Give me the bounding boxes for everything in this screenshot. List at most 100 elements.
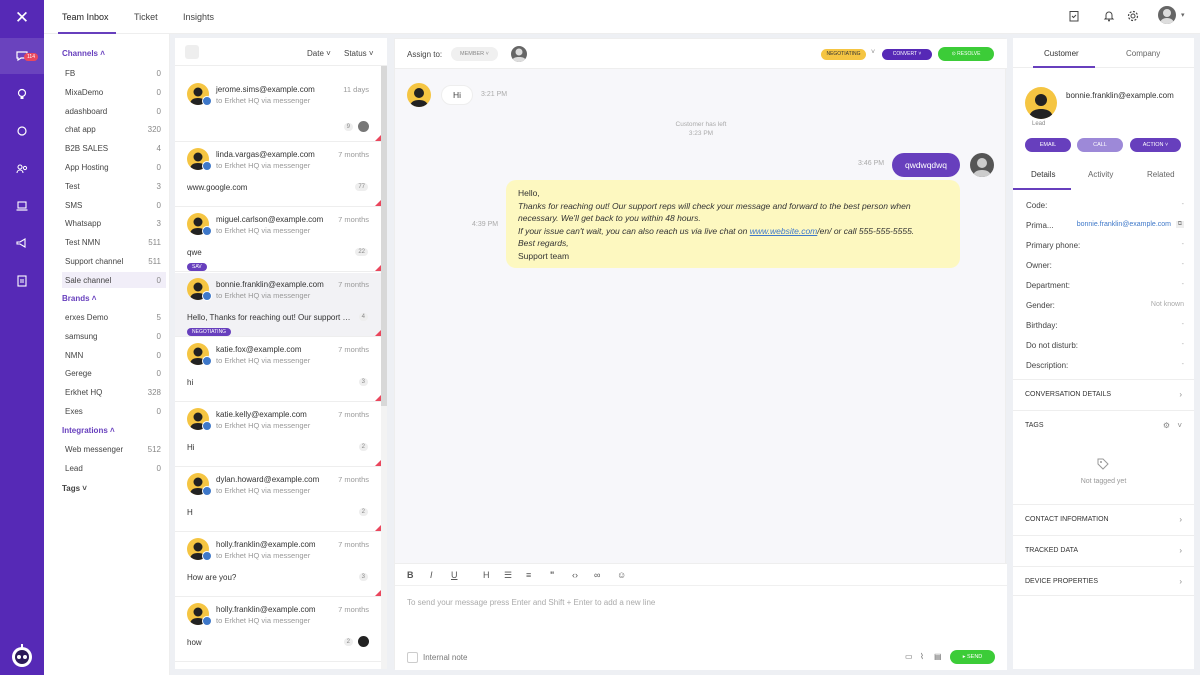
nav-ideas[interactable]: [0, 76, 44, 112]
robot-assistant-icon[interactable]: [10, 644, 34, 668]
channel-item[interactable]: MixaDemo 0: [65, 88, 161, 97]
subtab-activity[interactable]: Activity: [1088, 170, 1113, 179]
resolve-button[interactable]: ⊙ RESOLVE: [938, 47, 994, 61]
nav-forms[interactable]: [0, 263, 44, 299]
convert-button[interactable]: CONVERT ˅: [882, 49, 932, 60]
channel-item[interactable]: Sale channel 0: [65, 276, 161, 285]
link-icon[interactable]: ∞: [594, 570, 600, 580]
copy-icon[interactable]: ⧉: [1175, 221, 1184, 228]
brand-item[interactable]: NMN 0: [65, 351, 161, 360]
conversation-details-section[interactable]: CONVERSATION DETAILS ›: [1013, 379, 1194, 409]
tab-team-inbox[interactable]: Team Inbox: [62, 12, 109, 22]
emoji-icon[interactable]: ☺: [617, 570, 626, 580]
customer-message: Hi: [441, 85, 473, 105]
list-scrollbar-thumb[interactable]: [381, 66, 387, 406]
channel-item[interactable]: chat app 320: [65, 125, 161, 134]
bell-icon[interactable]: [1103, 10, 1115, 22]
nav-campaigns[interactable]: [0, 225, 44, 261]
video-icon[interactable]: ▭: [905, 652, 913, 661]
conversation-item[interactable]: jerome.sims@example.com 11 days to Erkhet …: [175, 78, 381, 142]
conversation-item[interactable]: katie.kelly@example.com 7 months to Erkhet…: [175, 403, 381, 467]
message-input[interactable]: To send your message press Enter and Shi…: [407, 598, 655, 607]
heading-icon[interactable]: H: [483, 570, 490, 580]
channel-item[interactable]: B2B SALES 4: [65, 144, 161, 153]
assignee-avatar[interactable]: [511, 46, 527, 62]
field-value[interactable]: bonnie.franklin@example.com: [1077, 221, 1171, 228]
integration-item[interactable]: Web messenger 512: [65, 445, 161, 454]
brands-heading[interactable]: Brands ˄: [62, 294, 96, 303]
conversation-item[interactable]: holly.franklin@example.com 7 months to Erk…: [175, 598, 381, 662]
conversation-item[interactable]: dylan.howard@example.com 7 months to Erkhe…: [175, 468, 381, 532]
tracked-data-section[interactable]: TRACKED DATA ›: [1013, 535, 1194, 565]
tag-dropdown-chevron-icon[interactable]: ˅: [871, 49, 875, 56]
brand-item[interactable]: Exes 0: [65, 407, 161, 416]
conversation-item[interactable]: linda.vargas@example.com 7 months to Erkhe…: [175, 143, 381, 207]
action-button[interactable]: ACTION ˅: [1130, 138, 1181, 152]
quote-icon[interactable]: ": [550, 570, 554, 580]
internal-note-label[interactable]: Internal note: [423, 653, 467, 662]
device-properties-section[interactable]: DEVICE PROPERTIES ›: [1013, 566, 1194, 596]
member-select[interactable]: MEMBER ˅: [451, 47, 498, 61]
channel-item[interactable]: App Hosting 0: [65, 163, 161, 172]
status-tag-negotiating[interactable]: NEGOTIATING: [821, 49, 866, 60]
italic-icon[interactable]: I: [430, 570, 433, 580]
brand-item[interactable]: samsung 0: [65, 332, 161, 341]
chevron-down-icon[interactable]: ▾: [1181, 11, 1185, 19]
conversation-item[interactable]: miguel.carlson@example.com 7 months to Erk…: [175, 208, 381, 272]
bold-icon[interactable]: B: [407, 570, 414, 580]
subtab-related[interactable]: Related: [1147, 170, 1175, 179]
nav-engage[interactable]: [0, 113, 44, 149]
channel-item-count: 0: [156, 106, 161, 116]
date-filter[interactable]: Date ˅: [307, 49, 331, 58]
customer-state-label: Lead: [1032, 121, 1046, 127]
tab-insights[interactable]: Insights: [183, 12, 214, 22]
contact-information-section[interactable]: CONTACT INFORMATION ›: [1013, 504, 1194, 534]
conversation-source: to Erkhet HQ via messenger: [216, 226, 311, 235]
sort-lines-icon[interactable]: [185, 45, 199, 59]
chevron-down-icon[interactable]: ˅: [1177, 421, 1182, 430]
bullet-list-icon[interactable]: ☰: [504, 570, 512, 581]
conversation-item[interactable]: katie.fox@example.com 7 months to Erkhet H…: [175, 338, 381, 402]
channel-item[interactable]: Support channel 511: [65, 257, 161, 266]
clipboard-check-icon[interactable]: [1068, 10, 1080, 22]
document-icon[interactable]: ▤: [934, 652, 942, 661]
underline-icon[interactable]: U: [451, 570, 458, 580]
nav-contacts[interactable]: [0, 151, 44, 187]
website-link[interactable]: www.website.com: [750, 226, 818, 236]
nav-knowledgebase[interactable]: [0, 188, 44, 224]
numbered-list-icon[interactable]: ≡: [526, 570, 531, 580]
channels-heading[interactable]: Channels ˄: [62, 49, 105, 58]
conversation-item[interactable]: holly.franklin@example.com 7 months to Erk…: [175, 533, 381, 597]
user-avatar[interactable]: [1158, 6, 1176, 24]
tags-heading[interactable]: Tags ˅: [62, 484, 87, 493]
internal-note-checkbox[interactable]: [407, 652, 418, 663]
channel-item[interactable]: Test NMN 511: [65, 238, 161, 247]
brand-item[interactable]: erxes Demo 5: [65, 313, 161, 322]
channel-item[interactable]: SMS 0: [65, 201, 161, 210]
integration-item[interactable]: Lead 0: [65, 464, 161, 473]
code-icon[interactable]: ‹›: [572, 570, 578, 580]
channel-item[interactable]: FB 0: [65, 69, 161, 78]
nav-inbox[interactable]: 114: [0, 38, 44, 74]
tab-ticket[interactable]: Ticket: [134, 12, 158, 22]
tab-company[interactable]: Company: [1126, 49, 1160, 58]
status-filter[interactable]: Status ˅: [344, 49, 374, 58]
tab-customer[interactable]: Customer: [1044, 49, 1079, 58]
channel-item[interactable]: Whatsapp 3: [65, 219, 161, 228]
brand-item[interactable]: Gerege 0: [65, 369, 161, 378]
tags-section[interactable]: TAGS ⚙ ˅: [1013, 410, 1194, 440]
channel-item[interactable]: adashboard 0: [65, 107, 161, 116]
gear-icon[interactable]: [1127, 10, 1139, 22]
logo-icon[interactable]: ✕: [13, 8, 31, 28]
integrations-heading[interactable]: Integrations ˄: [62, 426, 115, 435]
subtab-details[interactable]: Details: [1031, 170, 1055, 179]
customer-field: Code: -: [1026, 201, 1184, 210]
settings-icon[interactable]: ⚙: [1163, 421, 1170, 430]
brand-item[interactable]: Erkhet HQ 328: [65, 388, 161, 397]
conversation-item[interactable]: bonnie.franklin@example.com 7 months to Er…: [175, 273, 381, 337]
send-button[interactable]: ▸ SEND: [950, 650, 995, 664]
attachment-icon[interactable]: ⌇: [920, 652, 924, 661]
channel-item[interactable]: Test 3: [65, 182, 161, 191]
call-button[interactable]: CALL: [1077, 138, 1123, 152]
email-button[interactable]: EMAIL: [1025, 138, 1071, 152]
